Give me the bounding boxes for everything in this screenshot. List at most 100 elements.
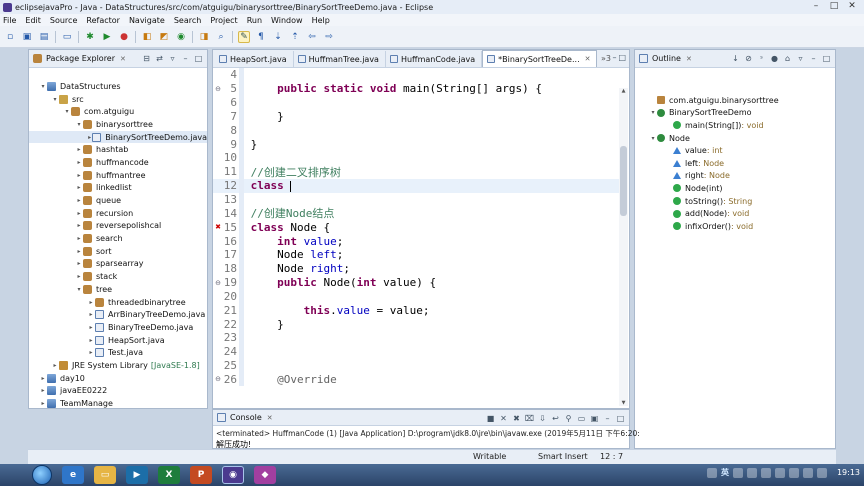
toggle-mark-occurrences-icon[interactable]: ✎	[238, 30, 250, 43]
code-line[interactable]: 11 //创建二叉排序树	[213, 164, 619, 179]
collapsed-icon[interactable]: ▸	[39, 400, 47, 407]
code-line[interactable]: ⊖ 26 @Override	[213, 372, 619, 387]
close-icon[interactable]: ✕	[120, 55, 126, 63]
outline-item[interactable]: com.atguigu.binarysorttree	[635, 94, 835, 107]
excel-icon[interactable]: X	[158, 466, 180, 484]
code-line[interactable]: 21 this.value = value;	[213, 303, 619, 318]
code-line[interactable]: 12 class	[213, 178, 619, 193]
fold-icon[interactable]: ⊖	[214, 85, 222, 93]
menu-refactor[interactable]: Refactor	[86, 16, 120, 25]
save-icon[interactable]: ▣	[21, 31, 33, 43]
close-tab-icon[interactable]: ✕	[585, 55, 591, 63]
previous-annotation-icon[interactable]: ⇡	[289, 31, 301, 43]
new-class-icon[interactable]: ◉	[175, 31, 187, 43]
outline-item[interactable]: main(String[]) : void	[635, 119, 835, 132]
new-package-icon[interactable]: ◩	[158, 31, 170, 43]
tray-show-hidden-icon[interactable]	[774, 467, 785, 478]
open-type-icon[interactable]: ◨	[198, 31, 210, 43]
tree-item[interactable]: ▸ BinarySortTreeDemo.java	[29, 130, 207, 144]
editor-tab[interactable]: HuffmanTree.java	[294, 51, 386, 67]
code-line[interactable]: 18 Node right;	[213, 261, 619, 276]
outline-item[interactable]: ▾ Node	[635, 132, 835, 145]
collapsed-icon[interactable]: ▸	[75, 222, 83, 229]
code-line[interactable]: 14 //创建Node结点	[213, 206, 619, 220]
outline-item[interactable]: left : Node	[635, 157, 835, 170]
tree-item[interactable]: ▸ linkedlist	[29, 182, 207, 195]
code-line[interactable]: ✖ 15 class Node {	[213, 220, 619, 235]
maximize-view-icon[interactable]: □	[615, 413, 626, 424]
tree-item[interactable]: ▸ HeapSort.java	[29, 334, 207, 347]
tray-app-icon[interactable]	[706, 467, 717, 478]
minimize-view-icon[interactable]: –	[602, 413, 613, 424]
tree-item[interactable]: ▸ stack	[29, 270, 207, 283]
minimize-button[interactable]: –	[807, 0, 825, 12]
clock[interactable]: 19:13	[837, 468, 860, 477]
tree-item[interactable]: ▸ sort	[29, 245, 207, 258]
collapsed-icon[interactable]: ▸	[75, 172, 83, 179]
tray-moon-icon[interactable]	[732, 467, 743, 478]
tree-item[interactable]: ▸ recursion	[29, 207, 207, 220]
tree-item[interactable]: ▸ TeamManage	[29, 397, 207, 410]
maximize-button[interactable]: □	[825, 0, 843, 12]
tree-item[interactable]: ▸ JRE System Library [JavaSE-1.8]	[29, 359, 207, 372]
error-marker-icon[interactable]: ✖	[214, 223, 222, 231]
code-line[interactable]: 8	[213, 123, 619, 138]
collapsed-icon[interactable]: ▸	[87, 324, 95, 331]
tree-item[interactable]: ▸ Test.java	[29, 346, 207, 359]
collapsed-icon[interactable]: ▸	[75, 260, 83, 267]
tree-item[interactable]: ▸ queue	[29, 194, 207, 207]
external-tools-icon[interactable]: ●	[118, 31, 130, 43]
tray-volume-icon[interactable]	[816, 467, 827, 478]
tray-dots-icon[interactable]	[746, 467, 757, 478]
view-menu-icon[interactable]: ▿	[167, 53, 178, 64]
close-icon[interactable]: ✕	[686, 55, 692, 63]
sort-icon[interactable]: ↓	[730, 53, 741, 64]
image-viewer-icon[interactable]: ◆	[254, 466, 276, 484]
pin-console-icon[interactable]: ⚲	[563, 413, 574, 424]
hide-fields-icon[interactable]: ⊘	[743, 53, 754, 64]
code-line[interactable]: ⊖ 5 public static void main(String[] args…	[213, 81, 619, 96]
powerpoint-icon[interactable]: P	[190, 466, 212, 484]
code-line[interactable]: 6	[213, 95, 619, 110]
clear-console-icon[interactable]: ⌧	[524, 413, 535, 424]
code-line[interactable]: 22 }	[213, 317, 619, 332]
folder-icon[interactable]: ▭	[94, 466, 116, 484]
outline-item[interactable]: toString() : String	[635, 195, 835, 208]
close-button[interactable]: ✕	[843, 0, 861, 12]
forward-icon[interactable]: ⇨	[323, 31, 335, 43]
code-line[interactable]: 20	[213, 289, 619, 304]
menu-navigate[interactable]: Navigate	[129, 16, 165, 25]
collapsed-icon[interactable]: ▸	[75, 184, 83, 191]
code-line[interactable]: 16 int value;	[213, 234, 619, 248]
tree-item[interactable]: ▾ src	[29, 93, 207, 106]
collapsed-icon[interactable]: ▸	[87, 337, 95, 344]
tree-item[interactable]: ▸ huffmantree	[29, 169, 207, 182]
tree-item[interactable]: ▾ binarysorttree	[29, 118, 207, 131]
outline-title[interactable]: Outline	[652, 54, 681, 63]
outline-item[interactable]: ▾ BinarySortTreeDemo	[635, 107, 835, 120]
collapsed-icon[interactable]: ▸	[75, 248, 83, 255]
outline-item[interactable]: infixOrder() : void	[635, 220, 835, 233]
scroll-lock-icon[interactable]: ⇩	[537, 413, 548, 424]
word-wrap-icon[interactable]: ↩	[550, 413, 561, 424]
editor-tab[interactable]: *BinarySortTreeDe... ✕	[482, 50, 598, 67]
editor-scrollbar[interactable]: ▲ ▼	[619, 88, 628, 406]
tree-item[interactable]: ▸ reversepolishcal	[29, 220, 207, 233]
run-icon[interactable]: ▶	[101, 31, 113, 43]
menu-search[interactable]: Search	[174, 16, 201, 25]
tree-item[interactable]: ▸ sparsearray	[29, 258, 207, 271]
scrollbar-thumb[interactable]	[620, 146, 627, 216]
remove-launch-icon[interactable]: ✕	[498, 413, 509, 424]
tree-item[interactable]: ▾ com.atguigu	[29, 105, 207, 118]
code-line[interactable]: 9 }	[213, 137, 619, 152]
editor-tab[interactable]: HuffmanCode.java	[386, 51, 483, 67]
editor-tab[interactable]: HeapSort.java	[215, 51, 294, 67]
minimize-view-icon[interactable]: –	[612, 53, 616, 62]
start-button[interactable]	[32, 465, 52, 485]
collapsed-icon[interactable]: ▸	[51, 362, 59, 369]
view-menu-icon[interactable]: ▿	[795, 53, 806, 64]
maximize-view-icon[interactable]: □	[821, 53, 832, 64]
collapsed-icon[interactable]: ▸	[75, 273, 83, 280]
collapsed-icon[interactable]: ▸	[87, 299, 95, 306]
expanded-icon[interactable]: ▾	[649, 135, 657, 142]
